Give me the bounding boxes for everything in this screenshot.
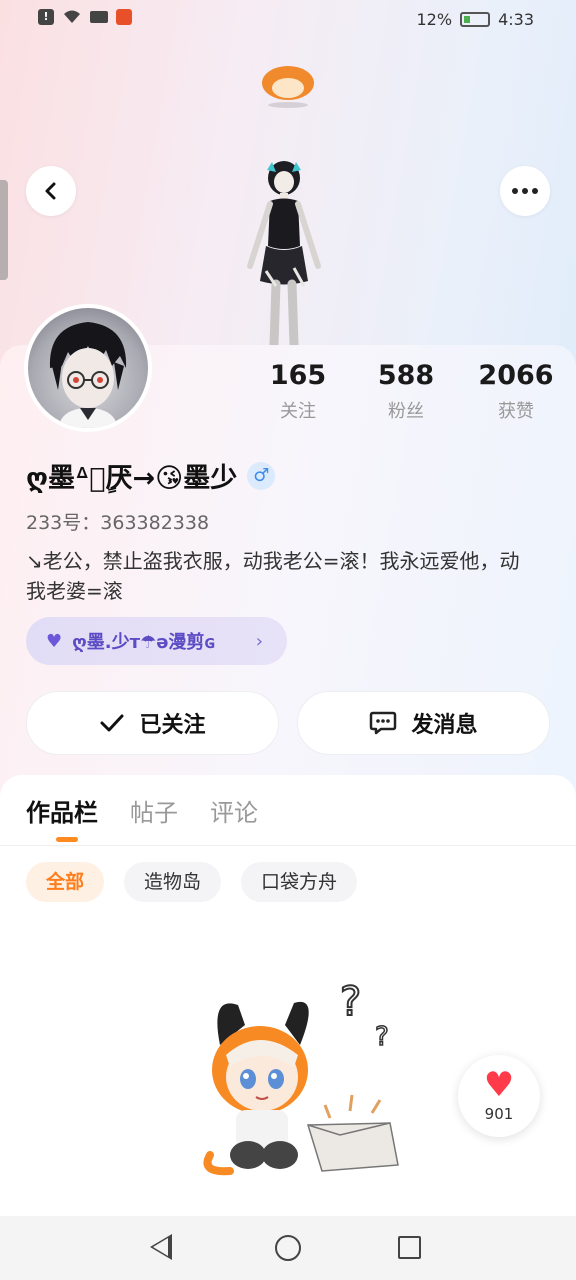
nickname-row: ღ墨ᐞ沈ٍ厌→😘墨少 ♂ xyxy=(26,456,276,495)
stat-followers-label: 粉丝 xyxy=(388,401,424,422)
chip-creation-island[interactable]: 造物岛 xyxy=(124,862,222,902)
status-icons-right: 12% 4:33 xyxy=(417,10,535,29)
tabs-divider xyxy=(0,845,576,846)
tab-posts[interactable]: 帖子 xyxy=(130,793,178,828)
nav-home-icon[interactable] xyxy=(275,1235,301,1261)
stat-following-label: 关注 xyxy=(280,401,316,422)
chat-bubble-icon xyxy=(370,711,397,735)
nav-recents-icon[interactable] xyxy=(398,1236,421,1259)
stat-likes-label: 获赞 xyxy=(498,401,534,422)
nickname: ღ墨ᐞ沈ٍ厌→😘墨少 xyxy=(26,463,238,494)
tab-comments[interactable]: 评论 xyxy=(210,793,258,828)
creator-tag-pill[interactable]: ♥ ღ墨.少ᴛ☂ə漫剪ɢ › xyxy=(26,617,287,665)
stat-followers[interactable]: 588 粉丝 xyxy=(356,360,456,423)
stat-following[interactable]: 165 关注 xyxy=(248,360,348,423)
avatar[interactable] xyxy=(24,304,152,432)
filter-chips: 全部 造物岛 口袋方舟 xyxy=(26,862,358,902)
status-bar: ! 12% 4:33 xyxy=(0,0,576,40)
followed-label: 已关注 xyxy=(139,713,206,738)
side-drawer-handle[interactable] xyxy=(0,180,8,280)
chip-all[interactable]: 全部 xyxy=(26,862,105,902)
battery-icon xyxy=(460,12,491,27)
chip-pocket-ark[interactable]: 口袋方舟 xyxy=(241,862,358,902)
nav-back-icon[interactable] xyxy=(150,1234,172,1260)
clock: 4:33 xyxy=(498,10,534,29)
system-navigation-bar xyxy=(0,1216,576,1280)
like-count: 901 xyxy=(484,1105,514,1123)
content-tabs: 作品栏 帖子 评论 xyxy=(26,793,258,842)
stat-following-value: 165 xyxy=(269,360,327,391)
more-dots-icon xyxy=(512,188,538,194)
chevron-left-icon xyxy=(45,182,56,200)
status-icons-left: ! xyxy=(38,9,132,25)
stat-followers-value: 588 xyxy=(377,360,435,391)
back-button[interactable] xyxy=(26,166,76,216)
like-floating-button[interactable]: ♥ 901 xyxy=(458,1055,540,1137)
more-options-button[interactable] xyxy=(500,166,550,216)
svg-text:?: ? xyxy=(340,979,361,1025)
works-section: 作品栏 帖子 评论 全部 造物岛 口袋方舟 ? ? xyxy=(0,775,576,1215)
male-gender-icon: ♂ xyxy=(247,461,276,490)
send-message-label: 发消息 xyxy=(411,713,478,738)
app-notification-icon xyxy=(116,9,132,25)
heart-icon: ♥ xyxy=(483,1065,515,1105)
followed-button[interactable]: 已关注 xyxy=(26,691,279,755)
heart-badge-icon: ♥ xyxy=(46,630,63,652)
checkmark-icon xyxy=(100,714,124,732)
wifi-icon xyxy=(62,9,82,25)
chevron-right-icon: › xyxy=(255,630,263,652)
mascot-logo-icon xyxy=(258,60,318,110)
empty-state-illustration: ? ? xyxy=(203,978,399,1176)
svg-text:?: ? xyxy=(375,1022,389,1052)
send-message-button[interactable]: 发消息 xyxy=(297,691,550,755)
character-avatar-figure xyxy=(247,161,321,346)
alert-icon: ! xyxy=(38,9,54,25)
video-record-icon xyxy=(90,11,108,23)
creator-tag-label: ღ墨.少ᴛ☂ə漫剪ɢ xyxy=(72,632,216,653)
avatar-portrait xyxy=(49,322,127,428)
battery-percent: 12% xyxy=(416,10,453,29)
bio-text: ↘老公，禁止盗我衣服，动我老公=滚！我永远爱他，动我老婆=滚 xyxy=(26,549,520,603)
tab-works[interactable]: 作品栏 xyxy=(26,793,98,842)
stat-likes-value: 2066 xyxy=(478,360,554,391)
stat-likes[interactable]: 2066 获赞 xyxy=(466,360,566,423)
user-id: 233号：363382338 xyxy=(26,512,210,534)
